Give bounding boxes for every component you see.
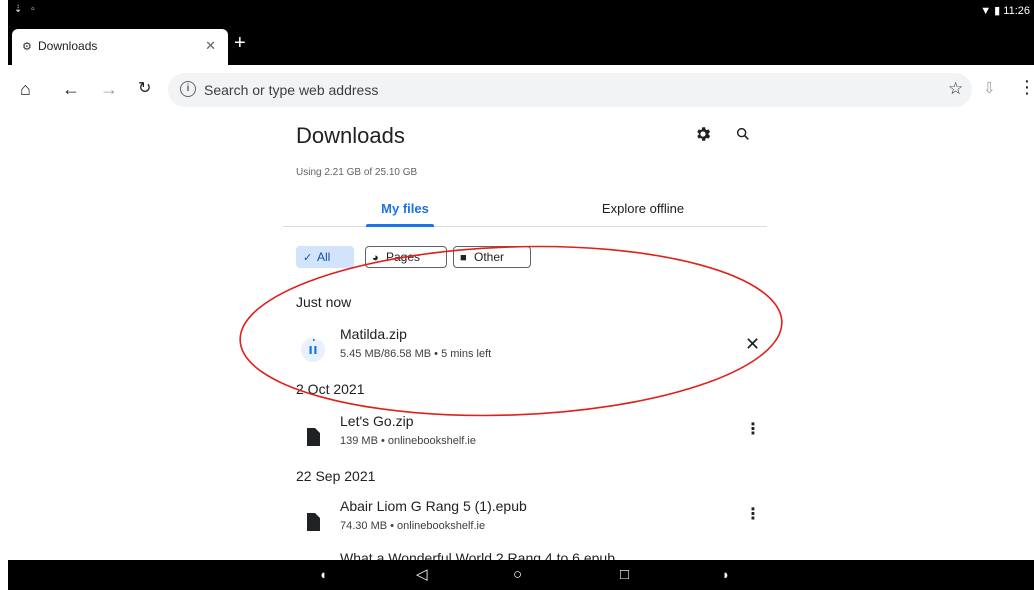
download-progress-text: 5.45 MB/86.58 MB • 5 mins left xyxy=(340,348,492,360)
chip-label: All xyxy=(317,250,331,264)
browser-toolbar: ⌂ ← → ↻ i Search or type web address ☆ ⇩… xyxy=(8,65,1034,115)
section-header-date: 22 Sep 2021 xyxy=(296,468,376,484)
offline-pin-icon: ◕ xyxy=(372,252,379,264)
gear-icon: ⚙ xyxy=(22,41,32,53)
section-header-date: 2 Oct 2021 xyxy=(296,381,365,397)
download-file-name[interactable]: Abair Liom G Rang 5 (1).epub xyxy=(340,498,527,514)
info-icon[interactable]: i xyxy=(180,81,196,97)
tab-my-files[interactable]: My files xyxy=(378,201,432,216)
status-bar: ⇣ ▫ ▼ ▮ 11:26 xyxy=(8,0,1034,23)
filter-chip-other[interactable]: ■ Other xyxy=(453,246,531,268)
status-right-indicators: ▼ ▮ 11:26 xyxy=(980,5,1030,17)
volume-down-icon[interactable]: ◖ xyxy=(319,566,327,584)
more-vert-icon[interactable]: ⋮ xyxy=(745,419,761,439)
device-screen: ⇣ ▫ ▼ ▮ 11:26 ⚙ Downloads ✕ + ⌂ ← → ↻ i … xyxy=(8,0,1034,590)
storage-usage-text: Using 2.21 GB of 25.10 GB xyxy=(296,167,418,178)
download-icon[interactable]: ⇩ xyxy=(983,79,996,97)
file-icon: ■ xyxy=(460,252,467,264)
section-header-just-now: Just now xyxy=(296,294,352,310)
more-vert-icon[interactable]: ⋮ xyxy=(745,504,761,524)
download-item-lets-go[interactable]: Let's Go.zip 139 MB • onlinebookshelf.ie… xyxy=(283,413,767,459)
page-title: Downloads xyxy=(296,123,405,148)
new-tab-button[interactable]: + xyxy=(234,33,246,53)
browser-tab-downloads[interactable]: ⚙ Downloads ✕ xyxy=(12,29,228,65)
file-icon xyxy=(307,428,320,446)
download-item-abair-liom[interactable]: Abair Liom G Rang 5 (1).epub 74.30 MB • … xyxy=(283,498,767,544)
volume-up-icon[interactable]: ◗ xyxy=(722,566,730,584)
tab-strip: ⚙ Downloads ✕ + xyxy=(8,23,1034,65)
address-bar[interactable]: i Search or type web address xyxy=(168,73,972,107)
close-icon[interactable]: ✕ xyxy=(745,334,760,355)
download-file-name[interactable]: Matilda.zip xyxy=(340,326,407,342)
status-left-icons: ⇣ ▫ xyxy=(14,4,38,15)
tab-title: Downloads xyxy=(38,39,98,53)
active-tab-indicator xyxy=(366,224,434,227)
home-icon[interactable]: ⌂ xyxy=(20,79,31,99)
forward-icon[interactable]: → xyxy=(100,79,118,99)
bookmark-star-icon[interactable]: ☆ xyxy=(948,79,963,99)
recents-nav-icon[interactable]: □ xyxy=(620,566,629,584)
download-meta-text: 74.30 MB • onlinebookshelf.ie xyxy=(340,520,486,532)
filter-chip-pages[interactable]: ◕ Pages xyxy=(365,246,447,268)
filter-chip-all[interactable]: ✓ All xyxy=(296,246,354,268)
settings-gear-icon[interactable] xyxy=(694,125,712,143)
tab-explore-offline[interactable]: Explore offline xyxy=(583,201,703,216)
check-icon: ✓ xyxy=(303,252,313,264)
system-navigation-bar: ◖ ◁ ○ □ ◗ xyxy=(8,560,1034,590)
home-nav-icon[interactable]: ○ xyxy=(513,566,522,584)
close-tab-icon[interactable]: ✕ xyxy=(205,38,216,54)
downloads-page: Downloads Using 2.21 GB of 25.10 GB My f… xyxy=(283,115,767,583)
menu-more-vert-icon[interactable]: ⋮ xyxy=(1018,77,1034,98)
chip-label: Other xyxy=(474,250,505,264)
search-icon[interactable] xyxy=(735,126,751,142)
download-file-name[interactable]: Let's Go.zip xyxy=(340,413,414,429)
back-icon[interactable]: ← xyxy=(62,79,80,99)
pause-progress-icon[interactable] xyxy=(301,338,325,362)
back-nav-icon[interactable]: ◁ xyxy=(416,566,428,584)
file-icon xyxy=(307,513,320,531)
download-item-matilda[interactable]: Matilda.zip 5.45 MB/86.58 MB • 5 mins le… xyxy=(283,326,767,372)
download-meta-text: 139 MB • onlinebookshelf.ie xyxy=(340,435,476,447)
reload-icon[interactable]: ↻ xyxy=(138,79,151,99)
chip-label: Pages xyxy=(386,250,421,264)
downloads-tabs: My files Explore offline xyxy=(283,193,767,227)
address-bar-placeholder: Search or type web address xyxy=(204,82,379,98)
